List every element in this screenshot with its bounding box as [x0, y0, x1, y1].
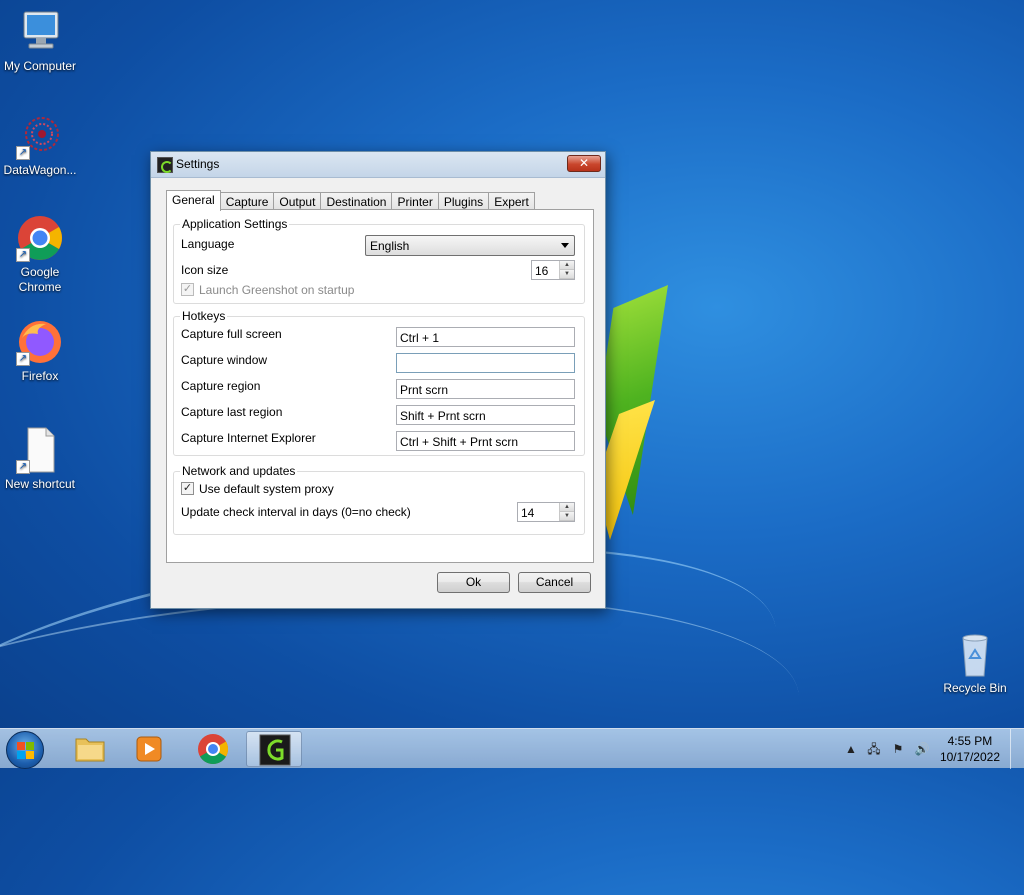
- update-interval-label: Update check interval in days (0=no chec…: [181, 505, 411, 519]
- greenshot-icon: [157, 157, 173, 173]
- computer-icon: [16, 8, 64, 56]
- shortcut-arrow-icon: ↗: [16, 352, 30, 366]
- group-label: Network and updates: [180, 464, 298, 478]
- volume-icon[interactable]: 🔊: [914, 741, 930, 757]
- spin-up-icon[interactable]: ▲: [560, 503, 574, 512]
- capture-region-input[interactable]: Prnt scrn: [396, 379, 575, 399]
- update-interval-spinner[interactable]: 14 ▲ ▼: [517, 502, 575, 522]
- tab-plugins[interactable]: Plugins: [437, 192, 490, 210]
- chrome-icon: [198, 734, 229, 765]
- tab-general[interactable]: General: [166, 190, 221, 211]
- taskbar-explorer[interactable]: [62, 731, 118, 767]
- taskbar-media-player[interactable]: [121, 731, 177, 767]
- icon-size-value: 16: [535, 264, 549, 278]
- capture-full-screen-label: Capture full screen: [181, 327, 282, 341]
- desktop-icon-label: DataWagon...: [3, 163, 77, 177]
- desktop-icon-recycle-bin[interactable]: Recycle Bin: [935, 630, 1015, 696]
- icon-size-label: Icon size: [181, 263, 229, 277]
- window-title: Settings: [176, 157, 220, 171]
- tab-strip: General Capture Output Destination Print…: [166, 190, 535, 211]
- tab-destination[interactable]: Destination: [320, 192, 393, 210]
- recycle-bin-icon: [951, 630, 999, 678]
- settings-window: Settings ✕ General Capture Output Destin…: [150, 151, 606, 609]
- desktop-icon-my-computer[interactable]: My Computer: [0, 8, 80, 74]
- tab-expert[interactable]: Expert: [488, 192, 535, 210]
- default-proxy-label: Use default system proxy: [199, 482, 334, 496]
- language-label: Language: [181, 237, 235, 251]
- greenshot-icon: [259, 734, 291, 766]
- ok-button[interactable]: Ok: [437, 572, 510, 593]
- update-interval-value: 14: [521, 506, 535, 520]
- desktop-icon-label: Google Chrome: [18, 265, 62, 294]
- desktop-icon-chrome[interactable]: ↗ Google Chrome: [0, 214, 80, 295]
- capture-region-label: Capture region: [181, 379, 261, 393]
- file-icon: ↗: [16, 426, 64, 474]
- shortcut-arrow-icon: ↗: [16, 146, 30, 160]
- capture-window-input[interactable]: [396, 353, 575, 373]
- clock[interactable]: 4:55 PM 10/17/2022: [940, 733, 1000, 765]
- capture-ie-label: Capture Internet Explorer: [181, 431, 316, 445]
- windows-logo-icon: [17, 742, 35, 760]
- desktop-icon-datawagon[interactable]: ↗ DataWagon...: [0, 112, 80, 178]
- taskbar-greenshot[interactable]: [246, 731, 302, 767]
- desktop-icon-label: Firefox: [21, 369, 59, 383]
- desktop-icon-label: New shortcut: [4, 477, 76, 491]
- capture-full-screen-input[interactable]: Ctrl + 1: [396, 327, 575, 347]
- tab-printer[interactable]: Printer: [391, 192, 439, 210]
- taskbar-chrome[interactable]: [185, 731, 241, 767]
- icon-size-spinner[interactable]: 16 ▲ ▼: [531, 260, 575, 280]
- capture-last-region-input[interactable]: Shift + Prnt scrn: [396, 405, 575, 425]
- desktop-icon-label: Recycle Bin: [943, 681, 1007, 695]
- launch-on-startup-label: Launch Greenshot on startup: [199, 283, 355, 297]
- capture-last-region-label: Capture last region: [181, 405, 283, 419]
- start-button[interactable]: [6, 731, 44, 769]
- datawagon-icon: ↗: [16, 112, 64, 160]
- hotkeys-group: Hotkeys Capture full screen Ctrl + 1 Cap…: [173, 309, 585, 456]
- shortcut-arrow-icon: ↗: [16, 460, 30, 474]
- group-label: Application Settings: [180, 217, 290, 231]
- desktop-icon-firefox[interactable]: ↗ Firefox: [0, 318, 80, 384]
- spin-up-icon[interactable]: ▲: [560, 261, 574, 270]
- chevron-down-icon: [561, 243, 569, 248]
- tab-output[interactable]: Output: [273, 192, 322, 210]
- desktop-icon-new-shortcut[interactable]: ↗ New shortcut: [0, 426, 80, 492]
- clock-time: 4:55 PM: [947, 734, 993, 748]
- taskbar: ▲ 🖧 ⚑ 🔊 4:55 PM 10/17/2022: [0, 728, 1024, 769]
- action-center-flag-icon[interactable]: ⚑: [890, 741, 906, 757]
- cancel-button[interactable]: Cancel: [518, 572, 591, 593]
- network-icon[interactable]: 🖧: [866, 741, 882, 757]
- clock-date: 10/17/2022: [939, 750, 1000, 764]
- shortcut-arrow-icon: ↗: [16, 248, 30, 262]
- firefox-icon: ↗: [16, 318, 64, 366]
- desktop-icon-label: My Computer: [3, 59, 77, 73]
- capture-window-label: Capture window: [181, 353, 268, 367]
- media-player-icon: [136, 736, 162, 762]
- show-hidden-icons-icon[interactable]: ▲: [843, 741, 859, 757]
- network-updates-group: Network and updates ✓ Use default system…: [173, 464, 585, 535]
- close-button[interactable]: ✕: [567, 155, 601, 172]
- language-value: English: [370, 239, 410, 253]
- language-select[interactable]: English: [365, 235, 575, 256]
- general-tab-panel: Application Settings Language English Ic…: [166, 209, 594, 563]
- spin-down-icon[interactable]: ▼: [560, 270, 574, 279]
- chrome-icon: ↗: [16, 214, 64, 262]
- tab-capture[interactable]: Capture: [219, 192, 275, 210]
- default-proxy-checkbox[interactable]: ✓: [181, 482, 194, 495]
- folder-icon: [75, 738, 105, 762]
- capture-ie-input[interactable]: Ctrl + Shift + Prnt scrn: [396, 431, 575, 451]
- application-settings-group: Application Settings Language English Ic…: [173, 217, 585, 304]
- spin-down-icon[interactable]: ▼: [560, 512, 574, 521]
- show-desktop-button[interactable]: [1010, 729, 1024, 769]
- launch-on-startup-checkbox[interactable]: ✓: [181, 283, 194, 296]
- window-titlebar[interactable]: Settings ✕: [151, 152, 605, 178]
- group-label: Hotkeys: [180, 309, 228, 323]
